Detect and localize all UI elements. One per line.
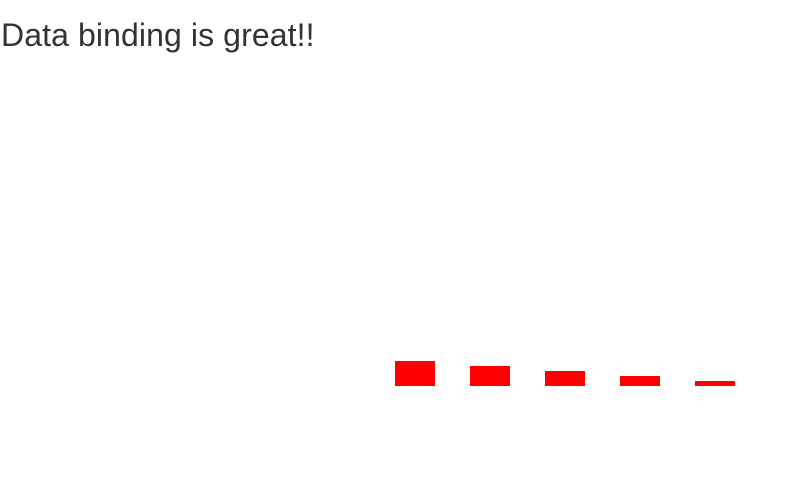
bar-1 bbox=[395, 361, 435, 386]
bar-group bbox=[395, 361, 735, 386]
bar-2 bbox=[470, 366, 510, 386]
bar-4 bbox=[620, 376, 660, 386]
page-heading: Data binding is great!! bbox=[1, 17, 315, 53]
bar-5 bbox=[695, 381, 735, 386]
bar-3 bbox=[545, 371, 585, 386]
bar-chart bbox=[395, 361, 735, 386]
